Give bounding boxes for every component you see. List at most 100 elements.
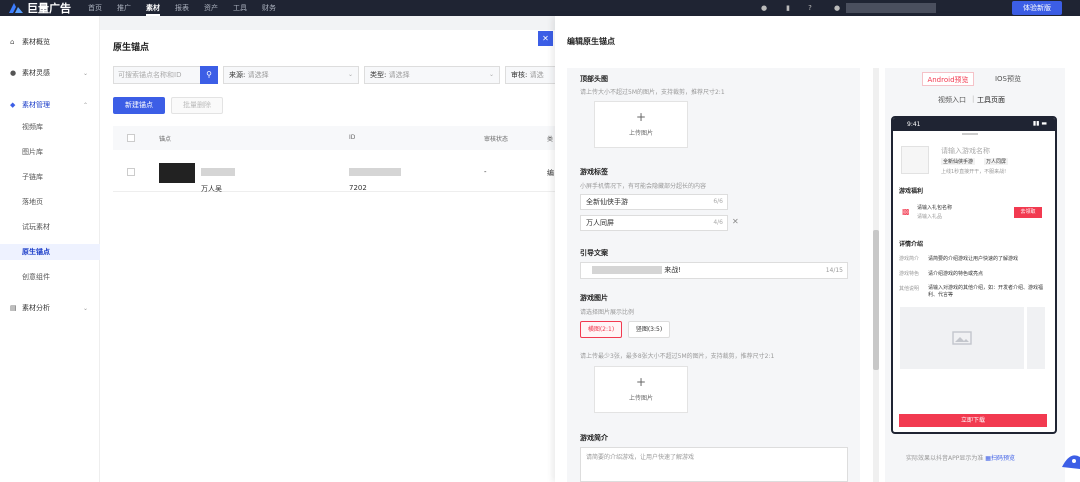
tag-value: 万人同屏 [586,219,614,227]
filter-label: 来源: [229,71,246,79]
tab-android-preview[interactable]: Android预览 [922,72,974,86]
benefits-title: 游戏福利 [899,188,924,195]
gift-icon: ▩ [902,207,910,216]
anchor-type: 编 [547,169,554,177]
anchor-name-text: 万人吴 [201,185,222,193]
intro-label: 游戏简介 [580,434,608,442]
signal-battery-icon: ▮▮ ▬ [1032,120,1047,127]
guide-text-label: 引导文案 [580,249,608,257]
game-tag-input-2[interactable]: 万人同屏 4/6 [580,215,728,231]
chart-icon: ▤ [10,304,17,312]
nav-assets[interactable]: 资产 [204,0,218,16]
preview-tagline: 上线1秒直接开干，不服来战! [941,169,1007,175]
remove-tag-icon[interactable]: ✕ [732,217,739,226]
top-image-upload[interactable]: + 上传图片 [594,101,688,148]
tab-ios-preview[interactable]: IOS预览 [982,72,1034,86]
search-button[interactable]: ⚲ [200,66,218,84]
detail-value: 请简要的介绍游戏让用户快速的了解游戏 [928,256,1019,262]
chevron-down-icon: ⌄ [488,71,494,78]
sidebar-item-management[interactable]: ◆ 素材管理 ⌃ [0,97,100,113]
anchor-id: 7202 [349,168,401,192]
sidebar-item-label: 素材灵感 [22,69,50,77]
game-image-placeholder-2 [1027,307,1045,369]
sidebar-subitem-creative-component[interactable]: 创意组件 [0,269,100,285]
nav-reports[interactable]: 报表 [175,0,189,16]
help-assistant-icon[interactable] [1060,447,1080,469]
upload-label: 上传图片 [628,395,653,402]
detail-key: 游戏简介 [899,256,920,262]
form-scrollbar-thumb[interactable] [873,230,879,370]
guide-text-input[interactable]: 来战! 14/15 [580,262,848,279]
preview-tag: 万人同屏 [984,158,1009,165]
char-count: 4/6 [713,219,723,226]
column-header-id: ID [349,134,356,141]
phone-time: 9:41 [907,121,921,128]
sidebar-subitem-video-library[interactable]: 视频库 [0,119,100,135]
trial-new-version-button[interactable]: 体验新版 [1012,1,1062,15]
row-checkbox[interactable] [127,168,135,176]
user-icon[interactable]: ● [833,4,841,12]
preview-card [899,134,1049,432]
batch-delete-button[interactable]: 批量删除 [171,97,223,114]
game-name-placeholder: 请输入游戏名称 [941,147,990,155]
qr-preview-link[interactable]: ▦扫码预览 [985,455,1015,462]
nav-tools[interactable]: 工具 [233,0,247,16]
sidebar-subitem-landing-page[interactable]: 落地页 [0,194,100,210]
drag-handle [962,133,978,135]
game-tag-input-1[interactable]: 全新仙侠手游 6/6 [580,194,728,210]
bulb-icon: ● [10,69,17,77]
plus-icon: + [635,110,647,124]
plus-icon: + [635,375,647,389]
sidebar-item-analysis[interactable]: ▤ 素材分析 ⌄ [0,300,100,316]
nav-home[interactable]: 首页 [88,0,102,16]
divider: | [972,95,975,103]
sidebar-item-inspiration[interactable]: ● 素材灵感 ⌄ [0,65,100,81]
game-images-upload[interactable]: + 上传图片 [594,366,688,413]
table-row[interactable]: 万人吴 7202 - 编 [113,152,555,193]
select-all-checkbox[interactable] [127,134,135,142]
review-filter-select[interactable]: 审核: 请选 [505,66,555,84]
tool-page-link[interactable]: 工具页面 [977,95,1005,105]
close-icon[interactable]: ✕ [538,31,553,46]
sidebar-subitem-playable[interactable]: 试玩素材 [0,219,100,235]
bell-icon[interactable]: ● [760,4,768,12]
sidebar-subitem-native-anchor[interactable]: 原生锚点 [0,244,100,260]
user-account-blurred[interactable] [846,3,936,13]
anchor-id-text: 7202 [349,184,367,192]
blurred-text [349,168,401,176]
phone-icon[interactable]: ▮ [784,4,792,12]
blurred-text [201,168,235,176]
logo-text: 巨量广告 [27,2,71,15]
intro-textarea[interactable]: 请简要的介绍游戏，让用户快速了解游戏 [580,447,848,482]
main-nav: 首页 推广 素材 报表 资产 工具 财务 [88,0,291,16]
filter-placeholder: 请选择 [388,71,410,79]
nav-finance[interactable]: 财务 [262,0,276,16]
chevron-down-icon: ⌄ [347,71,353,78]
sidebar-subitem-sublink-library[interactable]: 子链库 [0,169,100,185]
chevron-down-icon: ⌄ [82,304,88,312]
redeem-button[interactable]: 去领取 [1014,207,1042,218]
download-button[interactable]: 立即下载 [899,414,1047,427]
upload-label: 上传图片 [628,130,653,137]
anchor-thumbnail [159,163,195,183]
ratio-landscape-button[interactable]: 横图(2:1) [580,321,622,338]
top-image-hint: 请上传大小不超过5M的图片，支持裁剪，推荐尺寸2:1 [580,89,725,96]
nav-promotion[interactable]: 推广 [117,0,131,16]
logo-mark-icon [9,3,23,13]
new-anchor-button[interactable]: 新建锚点 [113,97,165,114]
table-header: 锚点 ID 审核状态 类 [113,126,555,150]
sidebar-item-label: 素材概览 [22,38,50,46]
sidebar-item-overview[interactable]: ⌂ 素材概览 [0,34,100,50]
filter-label: 类型: [370,71,387,79]
gift-sub: 请输入礼品 [917,214,943,220]
ratio-portrait-button[interactable]: 竖图(3:5) [628,321,670,338]
type-filter-select[interactable]: 类型: 请选择 ⌄ [364,66,500,84]
logo[interactable]: 巨量广告 [8,1,71,15]
nav-material[interactable]: 素材 [146,0,160,16]
detail-key: 其他说明 [899,286,920,292]
sidebar-subitem-image-library[interactable]: 图片库 [0,144,100,160]
help-icon[interactable]: ? [806,4,814,12]
source-filter-select[interactable]: 来源: 请选择 ⌄ [223,66,359,84]
video-entry-link[interactable]: 视频入口 [938,95,966,105]
footer-note-text: 实际效果以抖音APP显示为准 [906,455,984,462]
